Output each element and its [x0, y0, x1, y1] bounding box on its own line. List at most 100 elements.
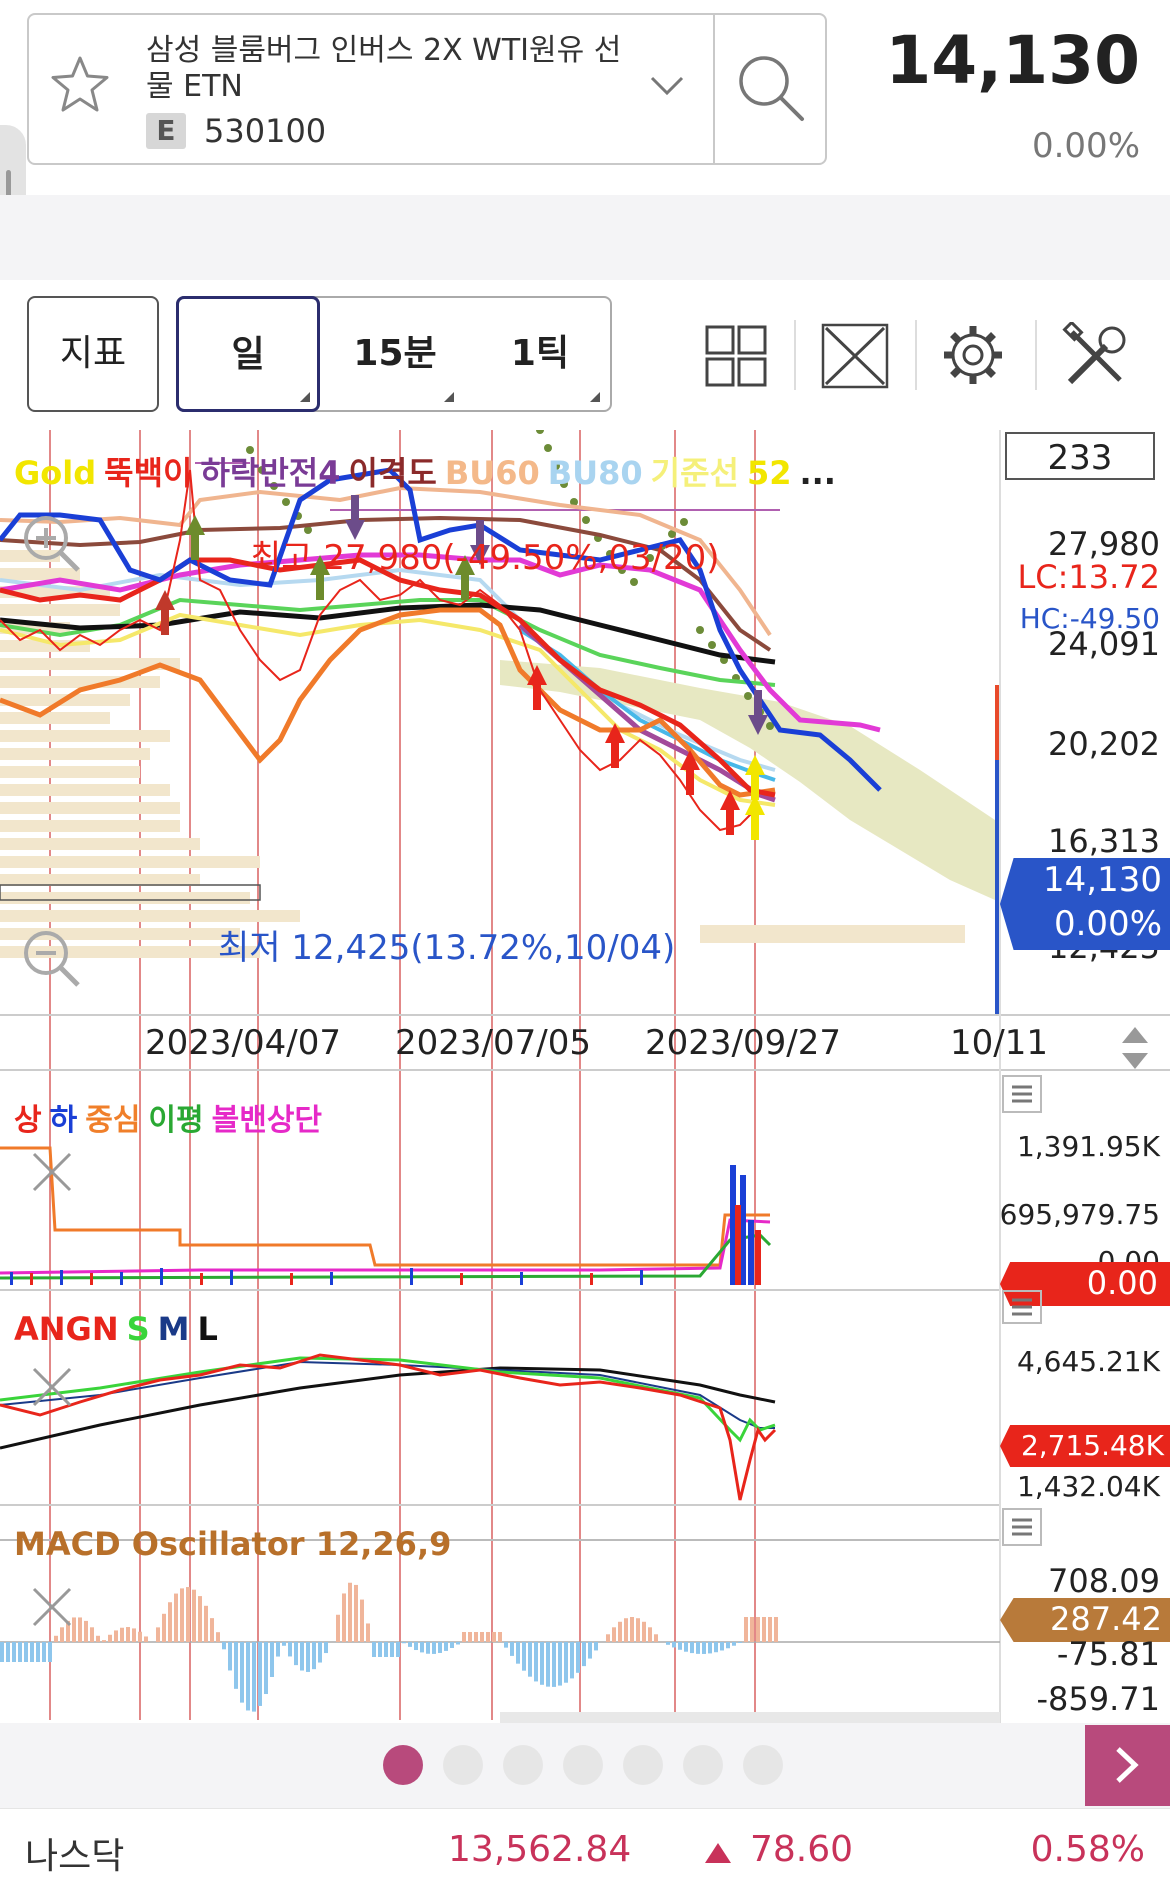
macd-close-icon[interactable]	[30, 1585, 74, 1633]
angn-legend-item[interactable]: L	[197, 1310, 217, 1348]
macd-bar	[480, 1632, 484, 1642]
macd-bar	[774, 1617, 778, 1642]
macd-bar	[234, 1642, 238, 1689]
index-ticker[interactable]: 나스닥 13,562.84 78.60 0.58%	[0, 1808, 1170, 1880]
macd-bar	[612, 1627, 616, 1642]
volume-legend-item[interactable]: 중심	[85, 1103, 140, 1138]
macd-bar	[216, 1632, 220, 1642]
tools-icon[interactable]	[1062, 322, 1130, 390]
angn-legend[interactable]: ANGN S M L	[14, 1310, 226, 1348]
macd-bar	[462, 1632, 466, 1642]
macd-bar	[102, 1640, 106, 1642]
volume-bars	[10, 1165, 754, 1285]
macd-bar	[450, 1642, 454, 1648]
period-tick-tab[interactable]: 1틱	[475, 296, 605, 412]
macd-bar	[120, 1627, 124, 1642]
main-legend-item[interactable]: 하락반전4	[200, 454, 340, 492]
main-legend-item[interactable]: 이격도	[348, 454, 436, 492]
chart-area[interactable]: Gold 뚝백이 하락반전4 이격도 BU60 BU80 기준선 52... 233 최고 2…	[0, 430, 1170, 1730]
macd-bar	[492, 1632, 496, 1642]
pager-dot[interactable]	[683, 1745, 723, 1785]
macd-bar	[684, 1642, 688, 1652]
macd-bar	[252, 1642, 256, 1712]
main-legend-item[interactable]: 52	[747, 454, 792, 492]
pager-dot[interactable]	[443, 1745, 483, 1785]
volume-y-tick-1: 1,391.95K	[1016, 1130, 1160, 1163]
fullscreen-icon[interactable]	[820, 322, 890, 390]
macd-bar	[540, 1642, 544, 1685]
pager-dot[interactable]	[503, 1745, 543, 1785]
volume-menu-icon[interactable]	[1002, 1075, 1042, 1113]
macd-bar	[306, 1642, 310, 1672]
pager-dots	[383, 1745, 803, 1785]
main-legend-item[interactable]: BU60	[445, 454, 540, 492]
macd-menu-icon[interactable]	[1002, 1508, 1042, 1546]
macd-bar	[510, 1642, 514, 1656]
angn-menu-icon[interactable]	[1002, 1290, 1042, 1324]
angn-legend-item[interactable]: ANGN	[14, 1310, 119, 1348]
main-legend-item[interactable]: BU80	[548, 454, 643, 492]
volume-legend-item[interactable]: 하	[50, 1103, 78, 1138]
main-legend-item[interactable]: ...	[799, 454, 835, 492]
macd-bar	[402, 1642, 406, 1644]
pager-dot[interactable]	[383, 1745, 423, 1785]
macd-bar	[552, 1642, 556, 1687]
zoom-in-icon[interactable]	[18, 510, 84, 580]
macd-bar	[270, 1642, 274, 1677]
zoom-out-icon[interactable]	[18, 925, 84, 995]
macd-bar	[36, 1642, 40, 1662]
macd-bar	[354, 1584, 358, 1642]
macd-bar	[666, 1642, 670, 1645]
macd-bar	[420, 1642, 424, 1653]
count-box[interactable]: 233	[1005, 432, 1155, 480]
search-icon[interactable]	[736, 53, 806, 123]
macd-bar	[456, 1642, 460, 1645]
volume-legend[interactable]: 상 하 중심 이평 볼밴상단	[14, 1095, 330, 1139]
macd-y-tick-3: -859.71	[1036, 1680, 1160, 1718]
pager-dot[interactable]	[743, 1745, 783, 1785]
star-icon[interactable]	[49, 55, 111, 115]
macd-bar	[378, 1642, 382, 1657]
macd-legend[interactable]: MACD Oscillator 12,26,9	[14, 1525, 451, 1563]
chevron-down-icon[interactable]	[649, 75, 685, 97]
indicator-button[interactable]: 지표	[27, 296, 159, 412]
macd-bar	[342, 1593, 346, 1642]
angn-close-icon[interactable]	[30, 1365, 74, 1413]
info-bar	[0, 195, 1170, 280]
macd-bar	[372, 1642, 376, 1657]
macd-bar	[588, 1642, 592, 1659]
settings-gear-icon[interactable]	[940, 322, 1006, 388]
pager-dot[interactable]	[563, 1745, 603, 1785]
grid-layout-icon[interactable]	[705, 325, 767, 387]
pager-dot[interactable]	[623, 1745, 663, 1785]
macd-bar	[294, 1642, 298, 1666]
macd-bar	[54, 1635, 58, 1642]
volume-legend-item[interactable]: 이평	[148, 1103, 203, 1138]
angn-legend-item[interactable]: M	[158, 1310, 190, 1348]
macd-bar	[546, 1642, 550, 1687]
macd-bar	[228, 1642, 232, 1671]
stock-selector[interactable]: 삼성 블룸버그 인버스 2X WTI원유 선물 ETN E 530100	[27, 13, 827, 165]
volume-close-icon[interactable]	[30, 1150, 74, 1198]
period-day-tab[interactable]: 일	[176, 296, 320, 412]
main-legend-item[interactable]: Gold	[14, 454, 96, 492]
main-chart-legend[interactable]: Gold 뚝백이 하락반전4 이격도 BU60 BU80 기준선 52...	[14, 448, 844, 494]
lc-label: LC:13.72	[1017, 558, 1160, 596]
scroll-arrows-icon[interactable]	[1118, 1025, 1152, 1075]
macd-bar	[444, 1642, 448, 1651]
macd-bar	[642, 1621, 646, 1642]
main-legend-item[interactable]: 뚝백이	[104, 454, 192, 492]
y-tick-3: 20,202	[1048, 725, 1160, 763]
volume-legend-item[interactable]: 상	[14, 1103, 42, 1138]
macd-bar	[672, 1642, 676, 1648]
main-legend-item[interactable]: 기준선	[651, 454, 739, 492]
macd-bar	[258, 1642, 262, 1706]
period-15min-tab[interactable]: 15분	[330, 296, 460, 412]
angn-m-line	[0, 1360, 775, 1429]
angn-legend-item[interactable]: S	[127, 1310, 150, 1348]
macd-bar	[78, 1617, 82, 1642]
next-page-button[interactable]	[1085, 1725, 1170, 1806]
macd-bar	[366, 1623, 370, 1642]
volume-current-value: 0.00	[1086, 1264, 1158, 1302]
volume-legend-item[interactable]: 볼밴상단	[212, 1103, 322, 1138]
